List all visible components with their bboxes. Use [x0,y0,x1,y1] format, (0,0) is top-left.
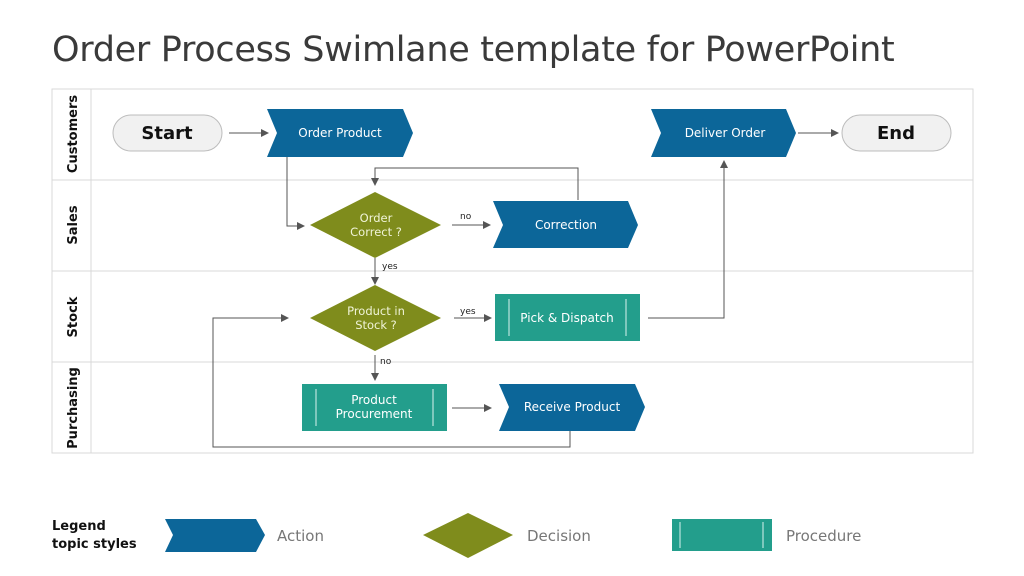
node-receive-product[interactable]: Receive Product [499,384,645,431]
node-pick-dispatch[interactable]: Pick & Dispatch [495,294,640,341]
legend-title-line2: topic styles [52,537,137,552]
legend-title-line1: Legend [52,519,106,534]
edge-label-stock-no: no [380,357,392,367]
node-start[interactable]: Start [112,114,223,152]
decision-stock-line1: Product in [347,304,405,318]
edge-label-stock-yes: yes [460,307,476,317]
decision-stock-line2: Stock ? [355,318,397,332]
node-product-procurement[interactable]: Product Procurement [302,384,447,431]
node-correction[interactable]: Correction [493,201,638,248]
lane-label-purchasing: Purchasing [66,367,81,449]
edge-label-order-yes: yes [382,262,398,272]
legend-procedure: Procedure [672,519,861,551]
legend-decision-shape [423,513,513,558]
procurement-line1: Product [351,393,397,407]
legend-action: Action [165,519,324,552]
node-correction-label: Correction [535,218,597,232]
legend-procedure-label: Procedure [786,527,861,545]
legend-action-shape [165,519,265,552]
connector-correction-loop [371,167,579,200]
procurement-line2: Procurement [336,407,413,421]
lane-label-customers: Customers [66,95,81,173]
node-receive-product-label: Receive Product [524,400,621,414]
decision-order-correct-line1: Order [360,211,393,225]
connector-order-to-decision [286,157,305,230]
legend-decision: Decision [423,513,591,558]
node-end-label: End [877,123,915,144]
connector-dispatch-deliver [648,160,728,319]
node-order-product[interactable]: Order Product [267,109,413,157]
lane-label-sales: Sales [66,205,81,244]
node-order-product-label: Order Product [298,126,382,140]
node-deliver-order[interactable]: Deliver Order [651,109,796,157]
legend-decision-label: Decision [527,527,591,545]
decision-order-correct-line2: Correct ? [350,225,402,239]
node-deliver-order-label: Deliver Order [685,126,766,140]
legend-procedure-shape [672,519,772,551]
swimlane-diagram: Customers Sales Stock Purchasing Start O… [51,88,974,558]
node-end[interactable]: End [841,114,952,152]
lane-label-stock: Stock [66,296,81,337]
node-product-in-stock-decision[interactable]: Product in Stock ? [310,285,441,351]
node-order-correct-decision[interactable]: Order Correct ? [310,192,441,258]
legend-action-label: Action [277,527,324,545]
node-start-label: Start [141,123,193,144]
node-pick-dispatch-label: Pick & Dispatch [520,311,614,325]
legend-title: Legend topic styles [52,518,137,554]
edge-label-order-no: no [460,212,472,222]
